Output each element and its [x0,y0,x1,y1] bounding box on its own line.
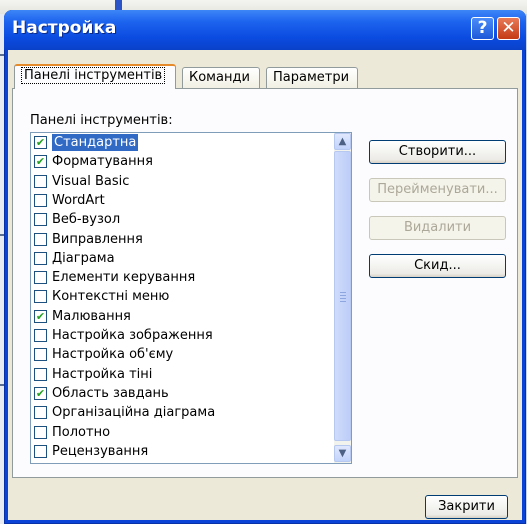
toolbar-item-label: WordArt [52,192,105,208]
delete-button-label: Видалити [403,220,472,235]
scroll-up-button[interactable]: ▲ [334,133,351,150]
customize-dialog: Настройка ? ✕ Панелі інструментів Команд… [4,10,526,524]
dialog-body: Панелі інструментів Команди Параметри Па… [8,50,522,520]
toolbar-checkbox[interactable] [34,444,47,458]
toolbar-item-label: Настройка тіні [52,366,153,382]
toolbar-list-item[interactable]: WordArt [32,192,334,209]
toolbars-list-label: Панелі інструментів: [30,113,173,128]
toolbar-item-label: Рецензування [52,443,149,459]
toolbar-list-item[interactable]: Настройка тіні [32,366,334,383]
toolbar-checkbox[interactable] [34,271,47,285]
toolbar-list-item[interactable]: ✔ Форматування [32,153,334,170]
toolbar-item-label: Виправлення [52,231,143,247]
reset-button[interactable]: Скид... [369,254,506,278]
toolbar-list-item[interactable]: Рецензування [32,443,334,460]
toolbar-item-label: Контекстні меню [52,289,170,305]
toolbar-checkbox[interactable] [34,406,47,420]
toolbar-checkbox[interactable]: ✔ [34,155,47,169]
toolbar-checkbox[interactable] [34,348,47,362]
close-button[interactable]: Закрити [425,495,508,519]
create-button[interactable]: Створити... [369,140,506,164]
tab-toolbars-label: Панелі інструментів [21,67,166,84]
toolbar-checkbox[interactable] [34,329,47,342]
checkmark-icon: ✔ [35,136,46,149]
toolbar-item-label: Настройка об'єму [52,347,174,363]
create-button-label: Створити... [398,144,477,159]
checkmark-icon: ✔ [35,309,46,323]
toolbar-checkbox[interactable]: ✔ [34,309,47,323]
toolbar-item-label: Діаграма [52,250,115,266]
toolbar-list-item[interactable]: Організаційна діаграма [32,404,334,421]
toolbar-item-label: Форматування [52,154,153,170]
toolbar-checkbox[interactable] [34,367,47,381]
help-button[interactable]: ? [471,17,494,40]
scrollbar-thumb[interactable] [334,151,351,441]
tab-options-label: Параметри [273,70,350,85]
toolbar-list-item[interactable]: ✔ Область завдань [32,385,334,402]
toolbar-item-label: Організаційна діаграма [52,405,216,421]
toolbar-list-item[interactable]: Виправлення [32,231,334,248]
help-icon: ? [477,18,488,38]
chevron-down-icon: ▼ [338,448,347,459]
toolbar-checkbox[interactable]: ✔ [34,386,47,400]
tab-toolbars[interactable]: Панелі інструментів [14,64,176,89]
toolbar-list-item[interactable]: Елементи керування [32,269,334,286]
checkmark-icon: ✔ [35,155,46,169]
toolbar-checkbox[interactable]: ✔ [34,136,47,149]
toolbar-list-item[interactable]: Настройка зображення [32,327,334,344]
toolbar-list-item[interactable]: ✔ Стандартна [32,134,334,151]
toolbar-checkbox[interactable] [34,251,47,265]
close-button-label: Закрити [438,499,495,514]
toolbar-checkbox[interactable] [34,174,47,188]
tab-commands[interactable]: Команди [182,67,260,89]
toolbar-item-label: Visual Basic [52,173,130,189]
listbox-scrollbar[interactable]: ▲ ▼ [334,133,351,463]
toolbar-checkbox[interactable] [34,232,47,246]
toolbar-item-label: Настройка зображення [52,328,213,343]
toolbar-item-label: Стандартна [52,134,139,151]
toolbar-item-label: Веб-вузол [52,212,121,228]
toolbar-item-label: Область завдань [52,385,169,401]
toolbar-list-item[interactable]: Контекстні меню [32,288,334,305]
toolbar-item-label: Малювання [52,308,131,324]
toolbar-checkbox[interactable] [34,193,47,207]
toolbar-item-label: Полотно [52,424,111,440]
toolbar-list-item[interactable]: Настройка об'єму [32,346,334,363]
reset-button-label: Скид... [414,258,461,273]
rename-button-label: Перейменувати... [377,182,498,197]
toolbar-checkbox[interactable] [34,425,47,439]
toolbar-list-item[interactable]: Полотно [32,424,334,441]
tab-options[interactable]: Параметри [266,67,358,89]
delete-button[interactable]: Видалити [369,216,506,240]
rename-button[interactable]: Перейменувати... [369,178,506,202]
toolbar-item-label: Елементи керування [52,270,196,286]
toolbar-list-item[interactable]: Веб-вузол [32,211,334,228]
toolbar-checkbox[interactable] [34,290,47,304]
toolbar-list-item[interactable]: ✔ Малювання [32,308,334,325]
checkmark-icon: ✔ [35,386,46,400]
toolbar-list-item[interactable]: Діаграма [32,250,334,267]
title-bar[interactable]: Настройка ? ✕ [4,10,526,50]
chevron-up-icon: ▲ [338,136,347,147]
scroll-down-button[interactable]: ▼ [334,445,351,462]
toolbar-list-item[interactable]: Visual Basic [32,173,334,190]
toolbars-listbox[interactable]: ✔ Стандартна ✔ Форматування Visual Basic Word… [30,132,352,464]
dialog-title: Настройка [12,18,117,38]
close-icon: ✕ [501,18,516,38]
close-window-button[interactable]: ✕ [497,17,520,40]
toolbar-checkbox[interactable] [34,213,47,227]
tab-commands-label: Команди [189,70,250,85]
